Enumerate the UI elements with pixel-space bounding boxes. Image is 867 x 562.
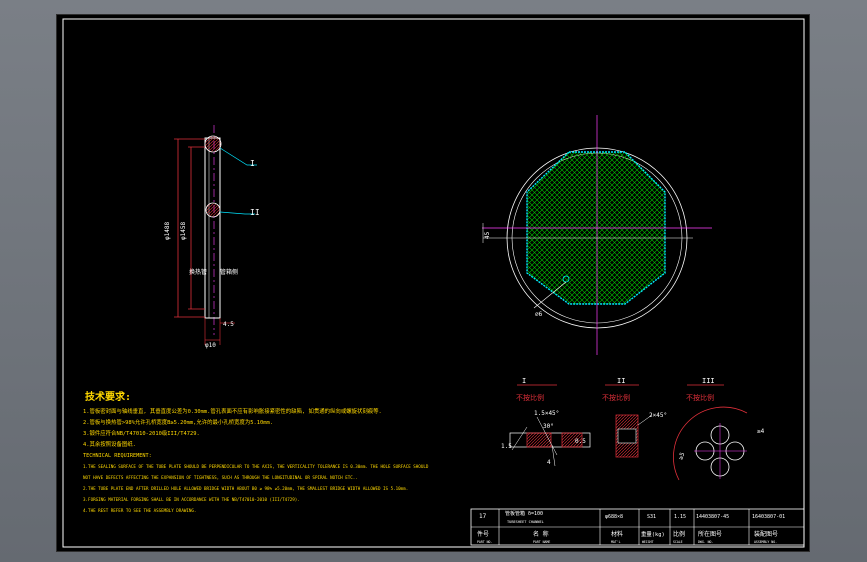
tech-title: 技术要求:: [85, 390, 131, 403]
tb-h-part-no-en: PART NO.: [477, 540, 492, 544]
detail-circle-I: [204, 135, 222, 153]
dim-inner-label: φ1458: [180, 222, 187, 240]
dim-bottom-label: φ10: [205, 342, 216, 349]
detail-II-scale: 不按比例: [602, 393, 630, 402]
tech-line-8: 2.THE TUBE PLATE END AFTER DRILLED HOLE …: [83, 486, 408, 491]
detail-II-chamfer: 2×45°: [649, 412, 667, 419]
tb-scale: 1.15: [674, 514, 686, 520]
detail-III-title: III: [702, 377, 715, 385]
tech-line-4: 4.其余按照设备图纸.: [83, 440, 136, 448]
tb-h-weight: 重量(kg): [641, 530, 665, 538]
tb-h-weight-en: WEIGHT: [642, 540, 654, 544]
detail-II-title: II: [617, 377, 625, 385]
front-dim-left: 45: [484, 231, 491, 239]
tb-assembly-no: 16403807-01: [752, 514, 785, 520]
tb-h-dwg-no: 所在图号: [698, 530, 722, 538]
front-note-circle: ∅6: [535, 311, 543, 318]
dim-outer-label: φ1488: [164, 222, 171, 240]
tb-part-name-en: TUBESHEET CHANNEL: [507, 520, 544, 524]
side-note-2: 管箱侧: [220, 268, 238, 276]
dim-thk-label: 4.5: [223, 321, 234, 328]
tb-h-material: 材料: [611, 530, 623, 538]
detail-circle-II: [205, 202, 221, 218]
front-view: [482, 115, 712, 355]
tech-line-3: 3.锻件应符合NB/T47010-2010级III/T4729.: [83, 429, 200, 437]
detail-I-angle: 30°: [543, 423, 554, 430]
tb-part-no: 17: [479, 513, 487, 520]
tb-h-material-en: MAT'L: [611, 540, 621, 544]
tb-dwg-no: 14403807-45: [696, 514, 729, 520]
tb-h-assembly-no-en: ASSEMBLY NO.: [754, 540, 777, 544]
cad-viewport: I II φ1488 φ1458 φ10 4.5 换热管 管箱侧 45 ∅6 I…: [0, 0, 867, 562]
label-II: II: [250, 208, 260, 217]
tech-line-6: 1.THE SEALING SURFACE OF THE TUBE PLATE …: [83, 464, 429, 469]
tech-line-2: 2.管板与换热管>98%允许孔桥宽度B≥5.20mm,允许的最小孔桥宽度为5.1…: [83, 418, 273, 426]
tb-h-part-name-en: PART NAME: [533, 540, 550, 544]
tb-material: φ688×8: [605, 514, 623, 520]
detail-I-title: I: [522, 377, 526, 385]
detail-I-scale: 不按比例: [516, 393, 544, 402]
tb-h-part-name: 名 称: [533, 530, 549, 538]
tech-line-7: NOT HAVE DEFECTS AFFECTING THE EXPANSION…: [83, 475, 358, 480]
detail-I-chamfer: 1.5×45°: [534, 410, 559, 417]
plate-section: [204, 137, 221, 319]
label-I: I: [250, 159, 255, 168]
tb-part-name: 管板管箱 δ=100: [505, 510, 543, 517]
tech-line-10: 4.THE REST REFER TO SEE THE ASSEMBLY DRA…: [83, 508, 196, 513]
tech-requirements: 技术要求: 1.管板密封面与轴线垂直, 其垂直度公差为0.30mm.管孔表面不应…: [83, 390, 429, 513]
detail-I-dim-c: 4: [547, 459, 551, 466]
tb-weight: S31: [647, 514, 656, 520]
detail-III-dim-b: ≥4: [757, 428, 765, 435]
detail-III-dim-a: ≥5: [677, 451, 686, 461]
tech-line-1: 1.管板密封面与轴线垂直, 其垂直度公差为0.30mm.管孔表面不应有影响胀接紧…: [83, 407, 382, 415]
tb-h-scale-en: SCALE: [673, 540, 683, 544]
tech-line-5: TECHNICAL REQUIREMENT:: [83, 453, 152, 459]
side-note-1: 换热管: [189, 268, 207, 276]
detail-I-dim-b: 0.5: [575, 438, 586, 445]
tech-line-9: 3.FORGING MATERIAL FORGING SHALL BE IN A…: [83, 497, 300, 502]
drawing-sheet: I II φ1488 φ1458 φ10 4.5 换热管 管箱侧 45 ∅6 I…: [56, 14, 810, 552]
detail-I-dim-a: 1.5: [501, 443, 512, 450]
tb-h-dwg-no-en: DWG. NO.: [698, 540, 713, 544]
tb-h-assembly-no: 装配图号: [754, 530, 778, 538]
tb-h-scale: 比例: [673, 530, 685, 538]
tb-h-part-no: 件号: [477, 530, 489, 538]
drawing-canvas: I II φ1488 φ1458 φ10 4.5 换热管 管箱侧 45 ∅6 I…: [62, 18, 805, 548]
detail-III-scale: 不按比例: [686, 393, 714, 402]
